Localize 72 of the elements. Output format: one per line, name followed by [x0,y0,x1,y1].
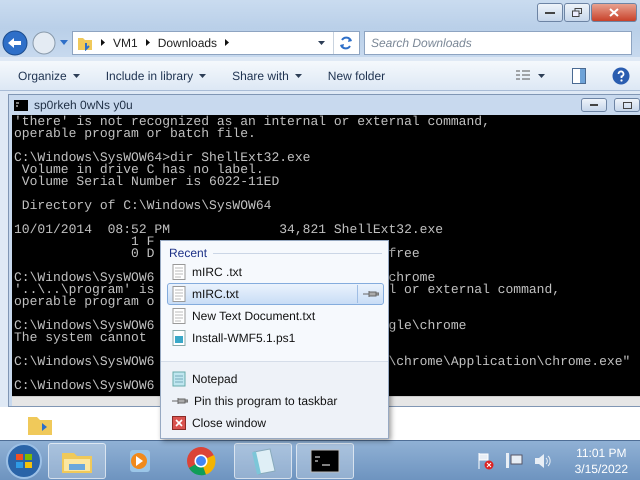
caret-icon [72,74,80,78]
script-file-icon [172,330,186,346]
menu-item[interactable]: Notepad [167,368,384,390]
breadcrumb-item[interactable]: VM1 [113,36,138,50]
address-bar[interactable]: VM1 Downloads [72,30,360,55]
chevron-icon [225,39,230,46]
minimize-button[interactable] [537,3,563,22]
console-text: gle\chrome [388,320,466,332]
console-text: Volume Serial Number is 6022-11ED [20,176,280,188]
taskbar-button[interactable] [296,442,354,479]
network-icon [504,452,523,470]
close-button[interactable] [591,3,637,22]
back-icon [2,30,28,56]
recent-item[interactable]: New Text Document.txt [167,305,384,327]
console-icon [310,448,340,473]
console-text: Directory of C:\Windows\SysWOW64 [20,200,272,212]
minimize-button[interactable] [581,98,607,112]
console-text: free [388,248,420,260]
chevron-icon [101,39,105,46]
chrome-icon [186,446,216,476]
recent-item[interactable]: mIRC .txt [167,261,384,283]
close-icon [172,416,186,430]
help-icon [612,66,630,85]
console-icon [14,100,28,111]
console-text: 10/01/2014 08:52 PM 34,821 ShellExt32.exe [14,224,444,236]
search-field[interactable]: Search Downloads [364,30,632,55]
speaker-icon [532,452,551,470]
text-file-icon [172,264,186,280]
forward-icon [32,30,56,55]
restore-icon [572,8,582,17]
pin-icon [172,397,188,405]
toolbar-button[interactable]: New folder [328,68,386,83]
pin-icon [362,290,378,298]
clock-date: 3/15/2022 [574,460,628,477]
preview-pane-icon [572,68,586,84]
caret-icon [294,74,302,78]
caret-icon [199,74,206,78]
notepad-icon [172,371,186,387]
caret-icon [318,40,325,45]
console-text: operable program or batch file. [14,128,256,140]
restore-button[interactable] [564,3,590,22]
toolbar-button[interactable]: Include in library [106,68,206,83]
minimize-icon [545,10,555,14]
console-text: C:\Windows\SysWOW64>dir ShellExt32.exe [14,152,310,164]
view-options-icon [516,70,546,82]
console-text: C:\Windows\SysWOW6 [14,318,154,334]
menu-item[interactable]: Pin this program to taskbar [167,390,384,412]
maximize-button[interactable] [614,98,640,112]
console-text: C:\Windows\SysWOW6 [14,378,154,394]
text-file-icon [172,308,186,324]
close-icon [609,8,619,17]
maximize-icon [622,102,632,109]
console-text: Volume in drive C has no label. [22,164,264,176]
caret-icon [60,40,68,46]
start-icon [4,442,44,480]
chevron-icon [146,39,150,46]
recent-item[interactable]: mIRC.txt [167,283,384,305]
console-text: chrome [388,272,436,284]
console-text: 'there' is not recognized as an internal or external command, [14,116,490,128]
toolbar-button[interactable]: Share with [232,68,302,83]
text-file-icon [172,286,186,302]
clock-time: 11:01 PM [576,444,627,461]
breadcrumb-item[interactable]: Downloads [158,36,218,50]
flag-icon [476,452,495,470]
recent-item[interactable]: Install-WMF5.1.ps1 [167,327,384,349]
console-text: \chrome\Application\chrome.exe" [388,356,630,368]
section-heading: Recent [169,246,208,260]
console-text: C:\Windows\SysWOW6 [14,354,154,370]
window-title: sp0rkeh 0wNs y0u [34,98,133,112]
toolbar-button[interactable]: Organize [18,68,80,83]
minimize-icon [590,104,598,107]
console-text: l or external command, [388,284,560,296]
